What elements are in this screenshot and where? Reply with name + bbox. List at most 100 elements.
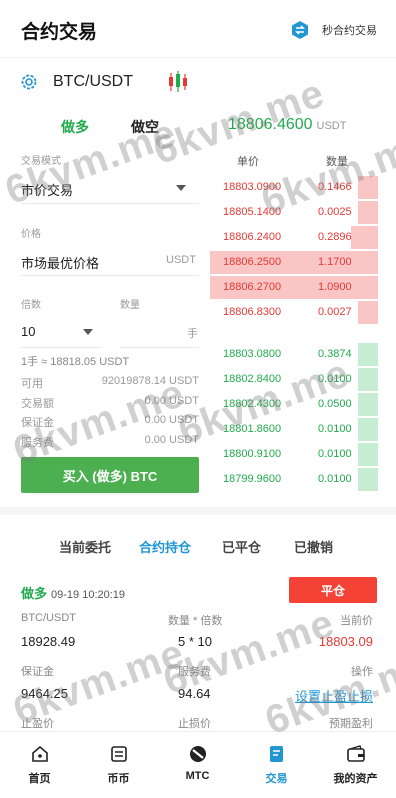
bid-row[interactable]: 18800.9100 0.0100 [210, 442, 378, 467]
pair-selector[interactable]: BTC/USDT [19, 70, 199, 94]
bid-price: 18799.9600 [223, 473, 282, 485]
position-header: 做多 09-19 10:20:19 [21, 583, 125, 602]
ask-price: 18806.2400 [223, 231, 282, 243]
bid-row[interactable]: 18801.8600 0.0100 [210, 417, 378, 442]
ask-qty: 0.1466 [318, 181, 352, 193]
exchange-icon [110, 746, 127, 762]
order-tab[interactable]: 合约持仓 [139, 537, 191, 556]
pair-symbol: BTC/USDT [53, 73, 133, 90]
divider [21, 275, 199, 276]
price-value: 市场最优价格 [21, 256, 100, 271]
bid-price: 18801.8600 [223, 423, 282, 435]
nav-assets[interactable]: 我的资产 [316, 732, 395, 798]
sl-label: 止损价 [178, 718, 211, 730]
ask-price: 18805.1400 [223, 206, 282, 218]
leverage-label: 倍数 [21, 300, 41, 311]
close-position-button[interactable]: 平仓 [289, 577, 377, 603]
turnover-value: 0.00 USDT [144, 395, 199, 407]
second-contract-label: 秒合约交易 [322, 25, 377, 37]
nav-home[interactable]: 首页 [0, 732, 79, 798]
margin-value: 0.00 USDT [144, 414, 199, 426]
ask-qty: 0.2896 [318, 231, 352, 243]
bid-qty: 0.0100 [318, 473, 352, 485]
fee-label: 服务费 [21, 437, 54, 449]
buy-long-button[interactable]: 买入 (做多) BTC [21, 457, 199, 493]
nav-label: 我的资产 [333, 773, 378, 785]
position-direction: 做多 [21, 586, 48, 601]
ask-qty: 0.0027 [318, 306, 352, 318]
depth-bar [358, 368, 378, 391]
depth-bar [358, 468, 378, 491]
depth-bar [358, 176, 378, 199]
bid-row[interactable]: 18802.8400 0.0100 [210, 367, 378, 392]
est-pnl-label: 预期盈利 [329, 718, 373, 730]
mtc-icon [189, 746, 206, 762]
home-icon [31, 745, 48, 762]
ask-row[interactable]: 18803.0900 0.1466 [210, 175, 378, 200]
price-label: 价格 [21, 229, 41, 240]
nav-label: 交易 [265, 773, 288, 785]
current-price-label: 当前价 [340, 615, 373, 627]
tp-label: 止盈价 [21, 718, 54, 730]
nav-exchange[interactable]: 币币 [79, 732, 158, 798]
depth-bar [358, 301, 378, 324]
position-fee-value: 94.64 [178, 686, 211, 701]
tab-long[interactable]: 做多 [61, 117, 89, 137]
position-margin-label: 保证金 [21, 666, 54, 678]
divider [120, 347, 199, 348]
depth-bar [358, 443, 378, 466]
fee-value: 0.00 USDT [144, 434, 199, 446]
last-price-unit: USDT [316, 120, 347, 132]
order-tab[interactable]: 已平仓 [222, 537, 261, 556]
chevron-down-icon [83, 329, 93, 335]
quantity-unit: 手 [187, 328, 198, 340]
side-tabs: 做多 做空 [20, 116, 200, 136]
kline-icon[interactable] [167, 70, 189, 94]
ask-row[interactable]: 18806.2400 0.2896 [210, 225, 378, 250]
available-value: 92019878.14 USDT [101, 375, 199, 387]
bid-price: 18803.0800 [223, 348, 282, 360]
ask-row[interactable]: 18806.2500 1.1700 [210, 250, 378, 275]
bid-row[interactable]: 18802.4300 0.0500 [210, 392, 378, 417]
bid-qty: 0.3874 [318, 348, 352, 360]
ask-row[interactable]: 18806.2700 1.0900 [210, 275, 378, 300]
quantity-label: 数量 [120, 300, 140, 311]
order-tab[interactable]: 已撤销 [294, 537, 333, 556]
order-tabs: 当前委托 合约持仓 已平仓 已撤销 [0, 537, 396, 555]
bid-row[interactable]: 18799.9600 0.0100 [210, 467, 378, 492]
tab-short[interactable]: 做空 [131, 117, 159, 137]
nav-mtc[interactable]: MTC [158, 732, 237, 798]
bid-price: 18802.8400 [223, 373, 282, 385]
ask-row[interactable]: 18805.1400 0.0025 [210, 200, 378, 225]
bid-qty: 0.0100 [318, 423, 352, 435]
ask-qty: 0.0025 [318, 206, 352, 218]
gear-icon[interactable] [19, 72, 39, 92]
last-price: 18806.4600 USDT [228, 116, 346, 134]
nav-label: 首页 [28, 773, 51, 785]
order-tab[interactable]: 当前委托 [59, 537, 111, 556]
set-tp-sl-link[interactable]: 设置止盈止损 [295, 686, 373, 705]
header: 合约交易 秒合约交易 [0, 0, 396, 58]
qty-lev-value: 5 * 10 [178, 634, 212, 649]
second-contract-link[interactable]: 秒合约交易 [290, 20, 377, 40]
bid-price: 18802.4300 [223, 398, 282, 410]
ask-row[interactable]: 18806.8300 0.0027 [210, 300, 378, 325]
page-title: 合约交易 [21, 22, 98, 43]
trade-icon [269, 746, 283, 762]
price-unit: USDT [166, 254, 196, 266]
divider [21, 203, 199, 204]
bid-price: 18800.9100 [223, 448, 282, 460]
turnover-label: 交易额 [21, 398, 54, 410]
ask-price: 18806.2500 [223, 256, 282, 268]
bottom-nav: 首页 币币 MTC 交易 我的资产 [0, 731, 396, 798]
depth-bar [358, 343, 378, 366]
trade-mode-label: 交易模式 [21, 156, 61, 167]
nav-label: 币币 [107, 773, 130, 785]
nav-trade[interactable]: 交易 [237, 732, 316, 798]
qty-lev-label: 数量 * 倍数 [168, 615, 223, 627]
bid-qty: 0.0100 [318, 373, 352, 385]
trade-mode-value: 市价交易 [21, 183, 74, 198]
position-pair: BTC/USDT [21, 612, 76, 624]
wallet-icon [346, 745, 365, 762]
bid-row[interactable]: 18803.0800 0.3874 [210, 342, 378, 367]
